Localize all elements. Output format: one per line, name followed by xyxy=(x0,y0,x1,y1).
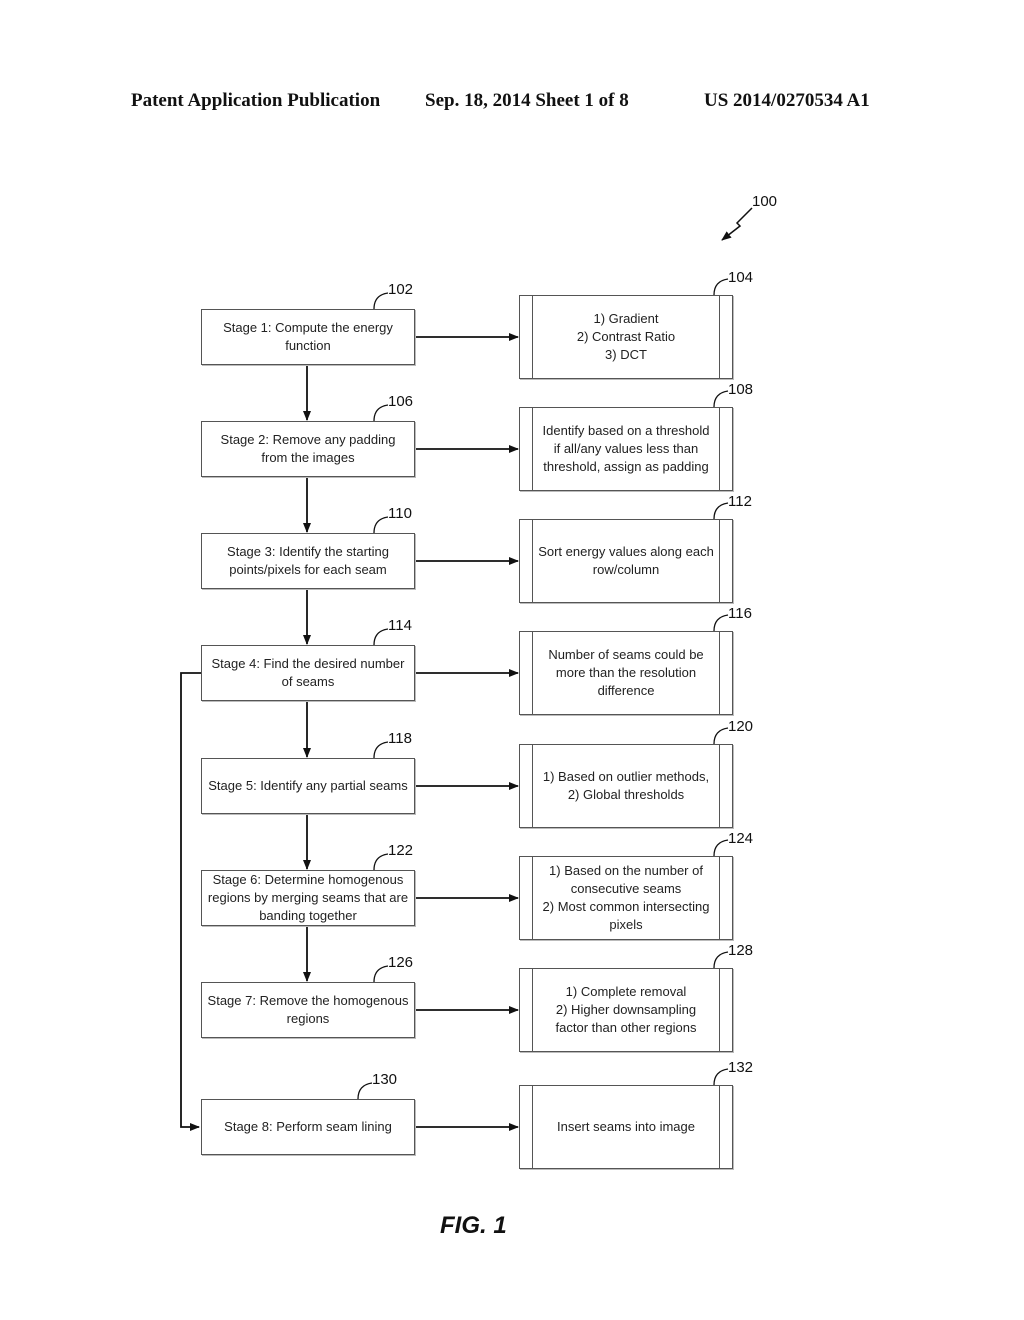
reference-leader-line xyxy=(713,1068,729,1086)
reference-leader-line xyxy=(373,965,389,983)
detail-box-112: Sort energy values along each row/column xyxy=(519,519,733,603)
detail-ref-number: 128 xyxy=(728,942,754,959)
reference-leader-line xyxy=(713,727,729,745)
reference-leader-line xyxy=(713,502,729,520)
detail-label: Number of seams could be more than the r… xyxy=(548,647,704,698)
detail-label: 1) Based on the number of consecutive se… xyxy=(542,863,710,932)
reference-leader-line xyxy=(373,516,389,534)
stage-ref-number: 126 xyxy=(388,954,414,971)
reference-leader-line xyxy=(373,404,389,422)
loop-connector xyxy=(180,672,201,1131)
detail-ref-number: 132 xyxy=(728,1059,754,1076)
reference-leader-line xyxy=(357,1082,373,1100)
detail-label: 1) Based on outlier methods, 2) Global t… xyxy=(542,769,710,802)
stage-ref-number: 122 xyxy=(388,842,414,859)
stage-ref-number: 118 xyxy=(388,730,412,747)
stage-ref-number: 114 xyxy=(388,617,412,634)
detail-label: 1) Complete removal 2) Higher downsampli… xyxy=(555,984,697,1035)
reference-leader-line xyxy=(373,741,389,759)
stage-box-7: Stage 7: Remove the homogenous regions xyxy=(201,982,415,1038)
stage-ref-number: 130 xyxy=(372,1071,398,1088)
detail-box-132: Insert seams into image xyxy=(519,1085,733,1169)
detail-box-120: 1) Based on outlier methods, 2) Global t… xyxy=(519,744,733,828)
stage-ref-number: 102 xyxy=(388,281,414,298)
reference-leader-line xyxy=(713,278,729,296)
stage-label: Stage 6: Determine homogenous regions by… xyxy=(207,872,409,923)
detail-ref-number: 116 xyxy=(728,605,752,622)
detail-box-108: Identify based on a threshold if all/any… xyxy=(519,407,733,491)
stage-label: Stage 3: Identify the starting points/pi… xyxy=(227,544,389,577)
detail-ref-number: 108 xyxy=(728,381,754,398)
stage-box-5: Stage 5: Identify any partial seams xyxy=(201,758,415,814)
stage-box-8: Stage 8: Perform seam lining xyxy=(201,1099,415,1155)
stage-box-4: Stage 4: Find the desired number of seam… xyxy=(201,645,415,701)
reference-leader-line xyxy=(713,839,729,857)
figure-ref-label: 100 xyxy=(752,193,778,210)
detail-label: 1) Gradient 2) Contrast Ratio 3) DCT xyxy=(576,311,676,362)
detail-box-124: 1) Based on the number of consecutive se… xyxy=(519,856,733,940)
reference-leader-line xyxy=(373,292,389,310)
stage-label: Stage 5: Identify any partial seams xyxy=(208,778,408,793)
stage-label: Stage 2: Remove any padding from the ima… xyxy=(220,432,396,465)
flowchart-connectors xyxy=(180,207,753,1131)
stage-box-2: Stage 2: Remove any padding from the ima… xyxy=(201,421,415,477)
reference-leader-line xyxy=(373,853,389,871)
detail-box-128: 1) Complete removal 2) Higher downsampli… xyxy=(519,968,733,1052)
stage-label: Stage 4: Find the desired number of seam… xyxy=(211,656,405,689)
detail-label: Insert seams into image xyxy=(556,1119,695,1134)
detail-ref-number: 104 xyxy=(728,269,754,286)
stage-box-1: Stage 1: Compute the energy function xyxy=(201,309,415,365)
stage-ref-number: 106 xyxy=(388,393,414,410)
detail-box-116: Number of seams could be more than the r… xyxy=(519,631,733,715)
detail-label: Sort energy values along each row/column xyxy=(538,544,714,577)
stage-label: Stage 7: Remove the homogenous regions xyxy=(207,993,409,1026)
detail-ref-number: 124 xyxy=(728,830,754,847)
figure-ref-arrow xyxy=(721,207,753,241)
reference-leader-line xyxy=(373,628,389,646)
stage-label: Stage 8: Perform seam lining xyxy=(224,1119,392,1134)
detail-ref-number: 112 xyxy=(728,493,752,510)
reference-leader-line xyxy=(713,951,729,969)
stage-box-3: Stage 3: Identify the starting points/pi… xyxy=(201,533,415,589)
detail-ref-number: 120 xyxy=(728,718,754,735)
reference-leader-line xyxy=(713,390,729,408)
stage-ref-number: 110 xyxy=(388,505,412,522)
stage-box-6: Stage 6: Determine homogenous regions by… xyxy=(201,870,415,926)
stage-label: Stage 1: Compute the energy function xyxy=(223,320,393,353)
figure-caption: FIG. 1 xyxy=(440,1212,507,1239)
detail-box-104: 1) Gradient 2) Contrast Ratio 3) DCT xyxy=(519,295,733,379)
reference-leader-line xyxy=(713,614,729,632)
detail-label: Identify based on a threshold if all/any… xyxy=(542,423,710,474)
